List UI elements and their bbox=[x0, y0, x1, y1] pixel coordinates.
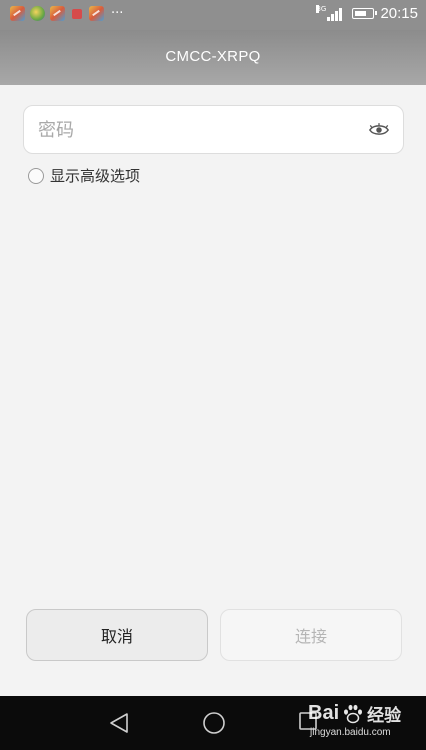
watermark-url: jingyan.baidu.com bbox=[310, 727, 391, 738]
watermark-brand: Bai 经验 bbox=[308, 701, 401, 726]
app-notification-icon bbox=[30, 6, 45, 21]
status-bar: ··· 3G 20:15 bbox=[0, 0, 426, 30]
password-field[interactable] bbox=[23, 105, 404, 155]
app-notification-icon bbox=[10, 6, 25, 21]
show-advanced-options[interactable]: 显示高级选项 bbox=[28, 165, 140, 186]
app-notification-icon bbox=[89, 6, 104, 21]
more-notifications-icon: ··· bbox=[111, 6, 124, 21]
advanced-options-radio[interactable] bbox=[28, 167, 44, 184]
app-notification-icon bbox=[50, 6, 65, 21]
advanced-options-label: 显示高级选项 bbox=[50, 167, 141, 185]
watermark-brand-prefix: Bai bbox=[308, 702, 340, 724]
cancel-button[interactable]: 取消 bbox=[26, 609, 208, 661]
baidu-paw-logo-icon bbox=[344, 704, 363, 723]
app-notification-icon bbox=[72, 8, 82, 19]
password-input[interactable] bbox=[36, 106, 360, 155]
watermark-brand-suffix: 经验 bbox=[367, 706, 402, 726]
signal-icon: 3G bbox=[316, 4, 343, 21]
network-type: 3G bbox=[316, 4, 327, 13]
network-name-title: CMCC-XRPQ bbox=[165, 48, 261, 65]
baidu-jingyan-watermark: Bai 经验 jingyan.baidu.com bbox=[308, 698, 422, 744]
home-icon[interactable] bbox=[202, 711, 226, 735]
notification-icons: ··· bbox=[10, 6, 123, 21]
battery-icon bbox=[352, 8, 378, 19]
connect-button[interactable]: 连接 bbox=[220, 609, 402, 661]
status-time: 20:15 bbox=[380, 5, 418, 22]
show-password-eye-icon[interactable] bbox=[368, 119, 390, 141]
back-icon[interactable] bbox=[108, 711, 130, 735]
status-indicators: 3G 20:15 bbox=[316, 4, 418, 22]
